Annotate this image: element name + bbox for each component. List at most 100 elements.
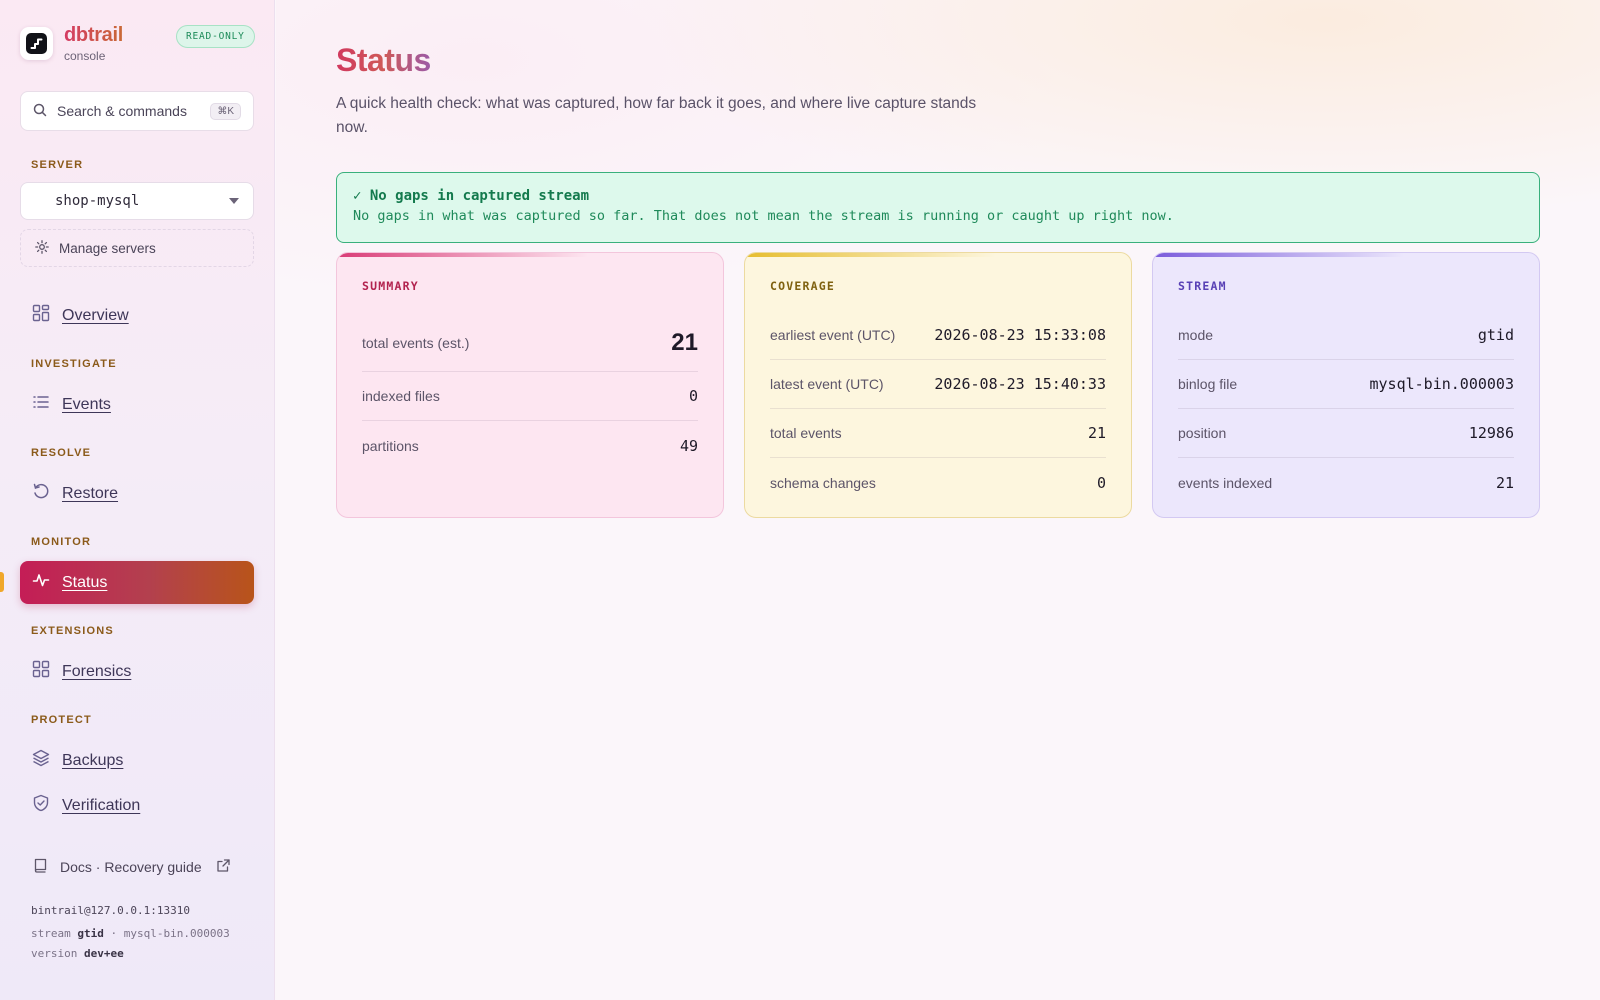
book-icon xyxy=(33,858,48,876)
row-key: partitions xyxy=(362,437,419,454)
stream-row: binlog file mysql-bin.000003 xyxy=(1178,360,1514,409)
summary-row: total events (est.) 21 xyxy=(362,315,698,372)
stream-info: stream gtid · mysql-bin.000003 xyxy=(31,925,246,943)
connection-string: bintrail@127.0.0.1:13310 xyxy=(31,904,190,917)
stream-prefix: stream xyxy=(31,927,71,940)
connection-info: bintrail@127.0.0.1:13310 stream gtid · m… xyxy=(31,902,246,963)
row-key: binlog file xyxy=(1178,376,1238,392)
row-key: earliest event (UTC) xyxy=(770,327,896,343)
banner-title: ✓ No gaps in captured stream xyxy=(353,188,590,204)
nav-item-label: Verification xyxy=(62,796,141,814)
nav-item-label: Backups xyxy=(62,751,124,769)
stream-row: position 12986 xyxy=(1178,409,1514,458)
coverage-row: latest event (UTC) 2026-08-23 15:40:33 xyxy=(770,360,1106,409)
summary-card: SUMMARY total events (est.) 21 indexed f… xyxy=(336,252,724,518)
row-key: position xyxy=(1178,425,1227,441)
main-content: Status A quick health check: what was ca… xyxy=(276,0,1600,1000)
row-value: 2026-08-23 15:40:33 xyxy=(934,375,1106,393)
sidebar: dbtrail console READ-ONLY Search & comma… xyxy=(0,0,275,1000)
manage-servers-label: Manage servers xyxy=(59,240,156,256)
gear-icon xyxy=(35,239,49,257)
grid-icon xyxy=(32,304,50,327)
nav-item-label: Overview xyxy=(62,306,129,324)
page-description: A quick health check: what was captured,… xyxy=(336,95,977,136)
nav-item-verification[interactable]: Verification xyxy=(20,784,254,827)
status-banner: ✓ No gaps in captured stream No gaps in … xyxy=(336,172,1540,243)
manage-servers-button[interactable]: Manage servers xyxy=(20,229,254,267)
nav-item-backups[interactable]: Backups xyxy=(20,739,254,782)
nav-item-status[interactable]: Status xyxy=(20,561,254,604)
row-key: events indexed xyxy=(1178,474,1273,491)
section-label-resolve: RESOLVE xyxy=(31,447,92,459)
logo-icon xyxy=(20,27,53,60)
docs-label: Docs · Recovery guide xyxy=(60,859,202,875)
page-title: Status xyxy=(336,42,431,78)
brand-name: dbtrail xyxy=(64,24,124,46)
card-title: STREAM xyxy=(1178,279,1227,293)
row-value: 21 xyxy=(671,329,698,356)
nav-item-forensics[interactable]: Forensics xyxy=(20,650,254,693)
row-value: 21 xyxy=(1495,473,1514,492)
coverage-card: COVERAGE earliest event (UTC) 2026-08-23… xyxy=(744,252,1132,518)
version-prefix: version xyxy=(31,947,78,960)
list-icon xyxy=(32,393,50,416)
stream-file: · mysql-bin.000003 xyxy=(110,927,230,940)
docs-link[interactable]: Docs · Recovery guide xyxy=(33,858,231,876)
chevron-down-icon xyxy=(229,198,239,204)
section-label-server: SERVER xyxy=(31,159,84,171)
row-value: gtid xyxy=(1477,326,1514,344)
row-key: total events xyxy=(770,425,842,441)
active-indicator xyxy=(0,572,4,592)
row-value: 12986 xyxy=(1468,424,1514,442)
search-label: Search & commands xyxy=(57,103,187,119)
search-icon xyxy=(33,103,47,120)
apps-icon xyxy=(32,660,50,683)
nav-item-restore[interactable]: Restore xyxy=(20,472,254,515)
activity-icon xyxy=(32,571,50,594)
nav-item-overview[interactable]: Overview xyxy=(20,294,254,337)
server-select[interactable]: shop-mysql xyxy=(20,182,254,220)
read-only-badge: READ-ONLY xyxy=(176,25,255,48)
restore-icon xyxy=(32,482,50,505)
brand-subtitle: console xyxy=(64,49,106,63)
banner-text: No gaps in what was captured so far. Tha… xyxy=(353,208,1174,224)
external-link-icon xyxy=(216,858,231,876)
nav-item-events[interactable]: Events xyxy=(20,383,254,426)
row-value: 49 xyxy=(679,436,698,455)
coverage-row: total events 21 xyxy=(770,409,1106,458)
nav-item-label: Events xyxy=(62,395,111,413)
version-info: version dev+ee xyxy=(31,945,246,963)
row-key: schema changes xyxy=(770,474,876,491)
shield-check-icon xyxy=(32,794,50,817)
layers-icon xyxy=(32,749,50,772)
summary-row: indexed files 0 xyxy=(362,372,698,421)
row-value: 21 xyxy=(1087,424,1106,442)
coverage-row: schema changes 0 xyxy=(770,458,1106,507)
row-key: indexed files xyxy=(362,388,440,404)
row-value: mysql-bin.000003 xyxy=(1369,375,1515,393)
section-label-investigate: INVESTIGATE xyxy=(31,358,117,370)
row-key: total events (est.) xyxy=(362,335,470,351)
section-label-extensions: EXTENSIONS xyxy=(31,625,114,637)
stream-row: mode gtid xyxy=(1178,311,1514,360)
row-value: 2026-08-23 15:33:08 xyxy=(934,326,1106,344)
row-value: 0 xyxy=(1096,473,1106,492)
server-select-value: shop-mysql xyxy=(55,193,140,209)
section-label-monitor: MONITOR xyxy=(31,536,92,548)
stream-mode: gtid xyxy=(77,927,104,940)
card-title: SUMMARY xyxy=(362,279,419,293)
summary-row: partitions 49 xyxy=(362,421,698,470)
nav-item-label: Status xyxy=(62,573,108,591)
coverage-row: earliest event (UTC) 2026-08-23 15:33:08 xyxy=(770,311,1106,360)
row-key: mode xyxy=(1178,327,1214,343)
section-label-protect: PROTECT xyxy=(31,714,92,726)
nav-item-label: Restore xyxy=(62,484,119,502)
search-commands-button[interactable]: Search & commands ⌘K xyxy=(20,91,254,131)
nav-item-label: Forensics xyxy=(62,662,132,680)
stream-card: STREAM mode gtid binlog file mysql-bin.0… xyxy=(1152,252,1540,518)
stream-row: events indexed 21 xyxy=(1178,458,1514,507)
row-value: 0 xyxy=(688,387,698,405)
shortcut-hint: ⌘K xyxy=(210,102,241,120)
brand[interactable]: dbtrail console xyxy=(20,25,123,62)
card-title: COVERAGE xyxy=(770,279,835,293)
